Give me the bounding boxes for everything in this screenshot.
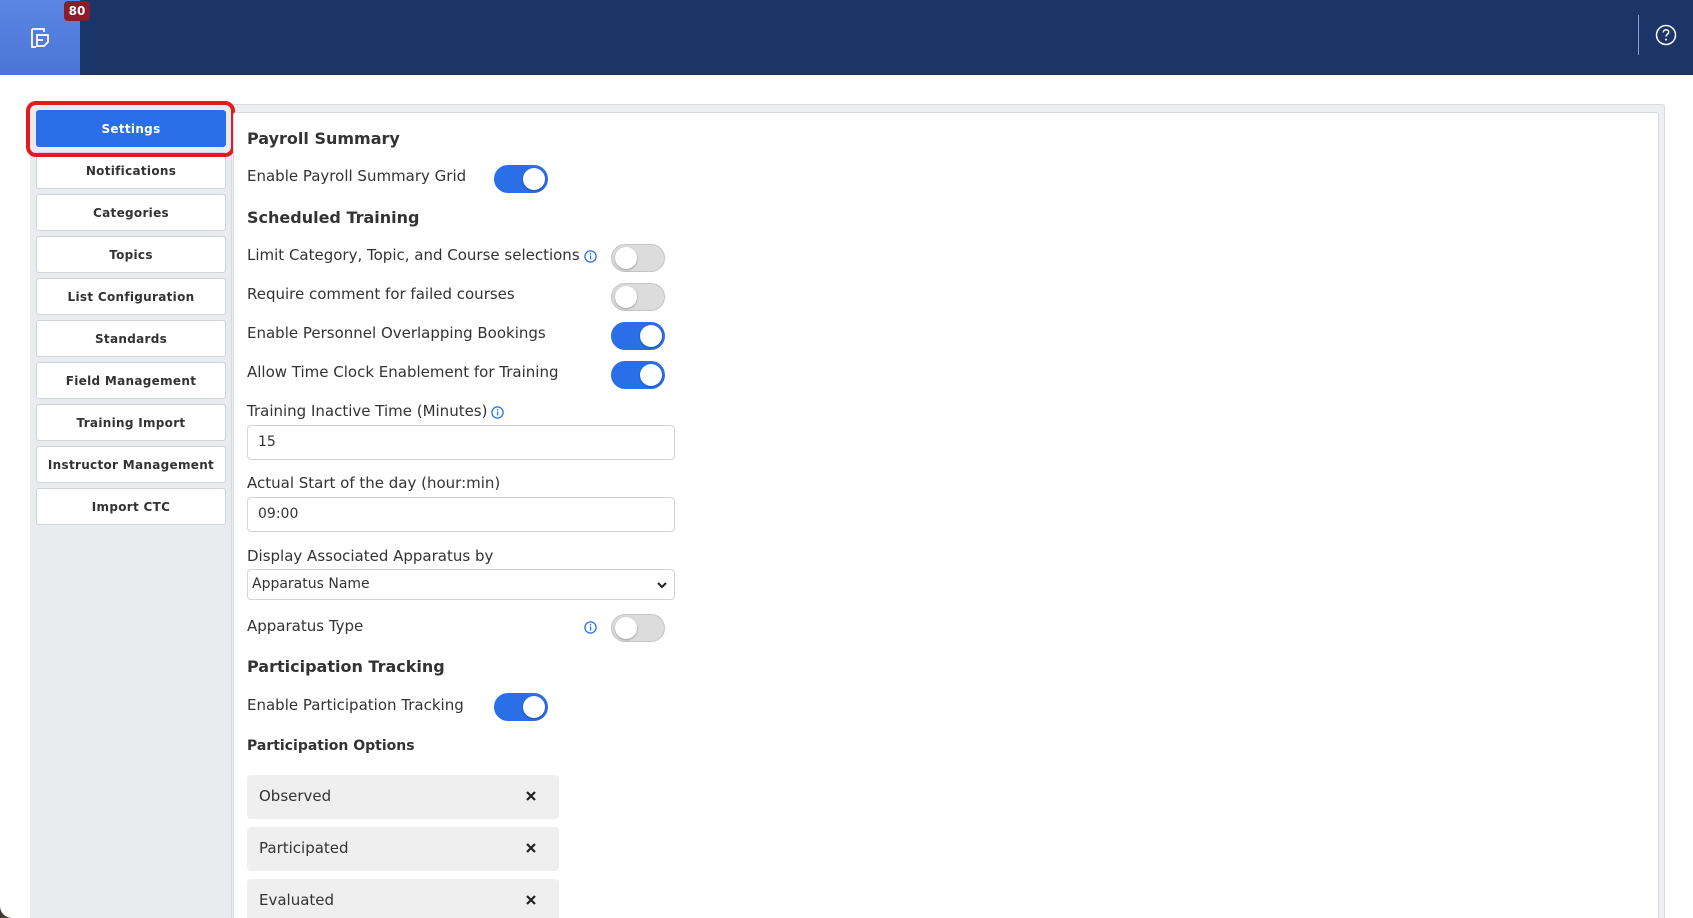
toggle-knob [640, 325, 662, 347]
apparatus-display-select[interactable]: Apparatus Name [247, 569, 675, 600]
participation-tracking-heading: Participation Tracking [247, 657, 445, 676]
topbar-divider [1638, 15, 1639, 55]
sidebar-item-categories[interactable]: Categories [36, 194, 226, 231]
participation-option: Participated [247, 827, 559, 871]
start-of-day-label: Actual Start of the day (hour:min) [247, 474, 501, 492]
scheduled-training-heading: Scheduled Training [247, 208, 420, 227]
participation-option-label: Participated [259, 839, 349, 857]
apparatus-type-label: Apparatus Type [247, 617, 364, 635]
require-comment-toggle[interactable] [611, 283, 665, 311]
toggle-knob [615, 286, 637, 308]
start-of-day-input[interactable]: 09:00 [247, 497, 675, 532]
sidebar-item-notifications[interactable]: Notifications [36, 152, 226, 189]
apparatus-display-value: Apparatus Name [252, 576, 370, 592]
sidebar-item-training-import[interactable]: Training Import [36, 404, 226, 441]
app-logo-icon [31, 27, 49, 48]
time-clock-toggle[interactable] [611, 361, 665, 389]
sidebar-item-list-configuration[interactable]: List Configuration [36, 278, 226, 315]
sidebar-item-standards[interactable]: Standards [36, 320, 226, 357]
sidebar-item-instructor-management[interactable]: Instructor Management [36, 446, 226, 483]
enable-payroll-grid-toggle[interactable] [494, 165, 548, 193]
help-icon[interactable] [1655, 24, 1677, 46]
chevron-down-icon [657, 582, 667, 589]
close-icon[interactable] [524, 841, 538, 855]
time-clock-label: Allow Time Clock Enablement for Training [247, 363, 559, 381]
info-icon[interactable] [584, 250, 597, 263]
inactive-time-label: Training Inactive Time (Minutes) [247, 402, 488, 420]
inactive-time-input[interactable]: 15 [247, 425, 675, 460]
apparatus-display-label: Display Associated Apparatus by [247, 547, 494, 565]
toggle-knob [615, 617, 637, 639]
overlapping-bookings-toggle[interactable] [611, 322, 665, 350]
toggle-knob [615, 247, 637, 269]
sidebar-item-topics[interactable]: Topics [36, 236, 226, 273]
apparatus-type-toggle[interactable] [611, 614, 665, 642]
enable-participation-toggle[interactable] [494, 693, 548, 721]
limit-selections-toggle[interactable] [611, 244, 665, 272]
close-icon[interactable] [524, 893, 538, 907]
participation-option-label: Evaluated [259, 891, 335, 909]
limit-selections-label: Limit Category, Topic, and Course select… [247, 246, 580, 264]
top-bar: 80 [0, 0, 1693, 75]
info-icon[interactable] [491, 406, 504, 419]
notification-badge: 80 [64, 1, 90, 21]
participation-options-heading: Participation Options [247, 738, 415, 754]
enable-payroll-grid-label: Enable Payroll Summary Grid [247, 167, 467, 185]
sidebar-item-settings[interactable]: Settings [36, 110, 226, 147]
app-window: 80 Settings Notifications Categories Top… [0, 0, 1693, 918]
payroll-summary-heading: Payroll Summary [247, 129, 400, 148]
toggle-knob [640, 364, 662, 386]
info-icon[interactable] [584, 621, 597, 634]
toggle-knob [523, 168, 545, 190]
toggle-knob [523, 696, 545, 718]
participation-option: Observed [247, 775, 559, 819]
overlapping-bookings-label: Enable Personnel Overlapping Bookings [247, 324, 546, 342]
sidebar-item-field-management[interactable]: Field Management [36, 362, 226, 399]
sidebar-item-import-ctc[interactable]: Import CTC [36, 488, 226, 525]
require-comment-label: Require comment for failed courses [247, 285, 515, 303]
enable-participation-label: Enable Participation Tracking [247, 696, 464, 714]
close-icon[interactable] [524, 789, 538, 803]
participation-option: Evaluated [247, 879, 559, 918]
participation-option-label: Observed [259, 787, 332, 805]
